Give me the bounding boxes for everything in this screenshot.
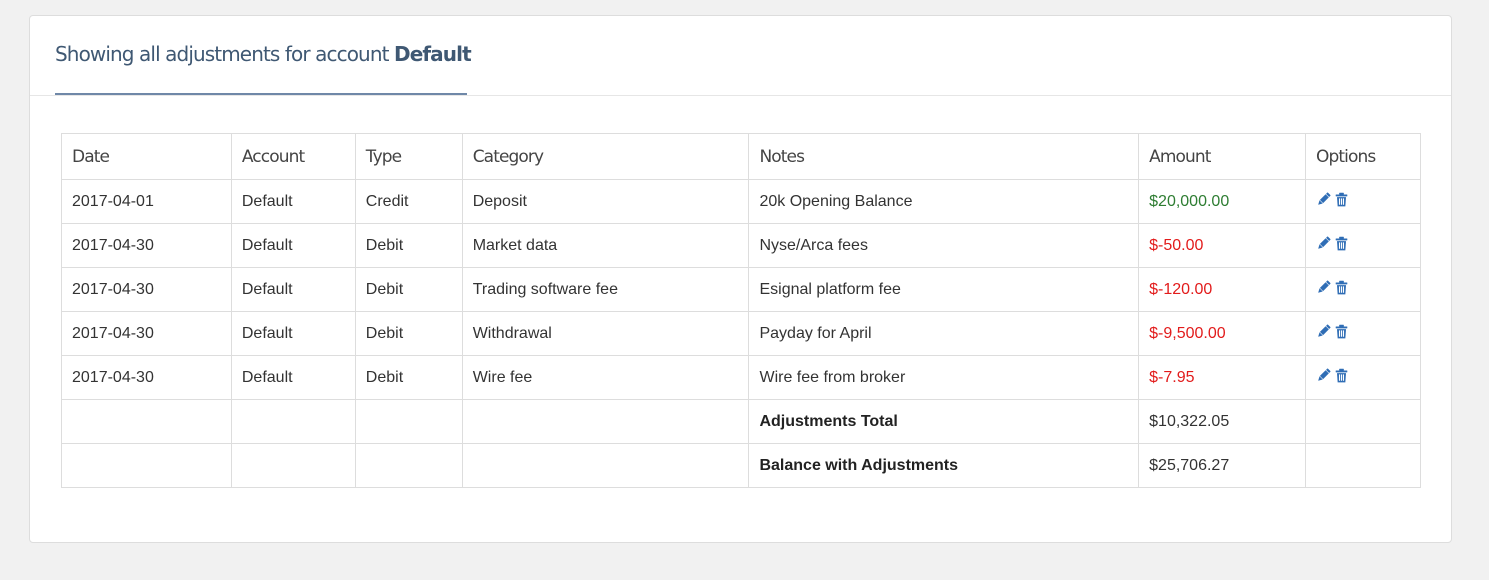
cell-category: Withdrawal (461, 311, 750, 356)
summary-value: $25,706.27 (1138, 443, 1307, 488)
cell-amount: $-9,500.00 (1138, 311, 1307, 356)
cell-options (1305, 311, 1421, 356)
cell-notes: Nyse/Arca fees (748, 223, 1140, 268)
empty-cell (461, 399, 750, 444)
header-options: Options (1305, 133, 1421, 180)
summary-label: Balance with Adjustments (748, 443, 1140, 488)
table-row: 2017-04-30 Default Debit Market data Nys… (61, 223, 1421, 268)
cell-amount: $-120.00 (1138, 267, 1307, 312)
cell-type: Debit (354, 311, 463, 356)
trash-icon[interactable] (1334, 192, 1349, 207)
table-row: 2017-04-01 Default Credit Deposit 20k Op… (61, 179, 1421, 224)
empty-cell (230, 399, 356, 444)
empty-cell (354, 399, 463, 444)
cell-notes: 20k Opening Balance (748, 179, 1140, 224)
cell-account: Default (230, 355, 356, 400)
adjustments-table: Date Account Type Category Notes Amount … (61, 133, 1421, 488)
cell-date: 2017-04-30 (61, 267, 232, 312)
cell-type: Credit (354, 179, 463, 224)
header-type: Type (354, 133, 463, 180)
cell-notes: Payday for April (748, 311, 1140, 356)
header-date: Date (61, 133, 232, 180)
cell-account: Default (230, 311, 356, 356)
panel-title: Showing all adjustments for account Defa… (55, 40, 472, 68)
pencil-icon[interactable] (1316, 368, 1331, 383)
header-amount: Amount (1138, 133, 1307, 180)
cell-amount: $-7.95 (1138, 355, 1307, 400)
cell-options (1305, 223, 1421, 268)
trash-icon[interactable] (1334, 368, 1349, 383)
header-category: Category (461, 133, 750, 180)
summary-label: Adjustments Total (748, 399, 1140, 444)
empty-cell (354, 443, 463, 488)
summary-value: $10,322.05 (1138, 399, 1307, 444)
cell-type: Debit (354, 223, 463, 268)
trash-icon[interactable] (1334, 236, 1349, 251)
title-prefix: Showing all adjustments for account (55, 42, 389, 66)
cell-amount: $-50.00 (1138, 223, 1307, 268)
summary-row-adjustments-total: Adjustments Total $10,322.05 (61, 399, 1421, 444)
table-header-row: Date Account Type Category Notes Amount … (61, 133, 1421, 180)
table-row: 2017-04-30 Default Debit Wire fee Wire f… (61, 355, 1421, 400)
header-notes: Notes (748, 133, 1140, 180)
pencil-icon[interactable] (1316, 192, 1331, 207)
cell-notes: Esignal platform fee (748, 267, 1140, 312)
panel-header: Showing all adjustments for account Defa… (30, 16, 1451, 96)
pencil-icon[interactable] (1316, 236, 1331, 251)
trash-icon[interactable] (1334, 324, 1349, 339)
title-account-name: Default (394, 42, 472, 66)
cell-date: 2017-04-01 (61, 179, 232, 224)
empty-cell (230, 443, 356, 488)
table-row: 2017-04-30 Default Debit Trading softwar… (61, 267, 1421, 312)
cell-category: Wire fee (461, 355, 750, 400)
cell-category: Market data (461, 223, 750, 268)
cell-type: Debit (354, 267, 463, 312)
header-account: Account (230, 133, 356, 180)
cell-category: Trading software fee (461, 267, 750, 312)
empty-cell (1305, 443, 1421, 488)
table-row: 2017-04-30 Default Debit Withdrawal Payd… (61, 311, 1421, 356)
title-underline (55, 93, 467, 95)
summary-row-balance-with-adjustments: Balance with Adjustments $25,706.27 (61, 443, 1421, 488)
cell-category: Deposit (461, 179, 750, 224)
cell-date: 2017-04-30 (61, 223, 232, 268)
empty-cell (1305, 399, 1421, 444)
pencil-icon[interactable] (1316, 280, 1331, 295)
cell-options (1305, 355, 1421, 400)
trash-icon[interactable] (1334, 280, 1349, 295)
cell-type: Debit (354, 355, 463, 400)
cell-date: 2017-04-30 (61, 311, 232, 356)
cell-date: 2017-04-30 (61, 355, 232, 400)
empty-cell (61, 399, 232, 444)
cell-account: Default (230, 267, 356, 312)
cell-account: Default (230, 179, 356, 224)
cell-options (1305, 267, 1421, 312)
adjustments-panel: Showing all adjustments for account Defa… (29, 15, 1452, 543)
empty-cell (61, 443, 232, 488)
cell-options (1305, 179, 1421, 224)
cell-account: Default (230, 223, 356, 268)
cell-amount: $20,000.00 (1138, 179, 1307, 224)
pencil-icon[interactable] (1316, 324, 1331, 339)
cell-notes: Wire fee from broker (748, 355, 1140, 400)
empty-cell (461, 443, 750, 488)
